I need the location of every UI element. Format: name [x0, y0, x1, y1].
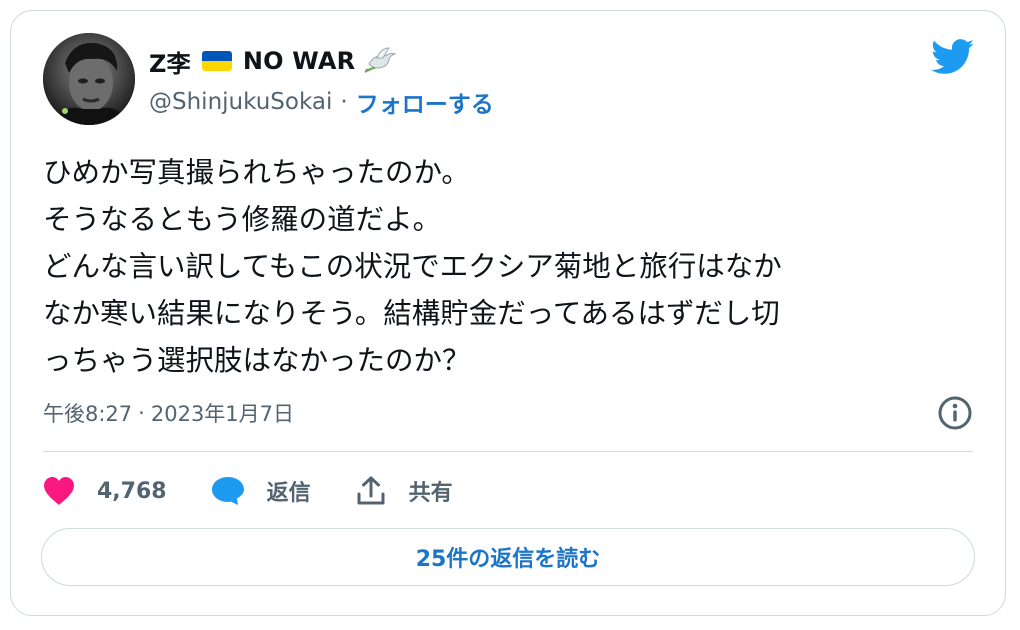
tweet-time[interactable]: 午後8:27: [43, 398, 132, 428]
speech-bubble-icon: [211, 477, 244, 505]
ukraine-flag-icon: [201, 51, 232, 71]
tweet-timestamp[interactable]: 午後8:27 · 2023年1月7日: [43, 395, 294, 431]
like-count: 4,768: [97, 478, 167, 504]
heart-icon: [44, 477, 74, 505]
read-replies-button[interactable]: 25件の返信を読む: [41, 528, 975, 586]
separator: ·: [340, 89, 348, 115]
tweet-card: Z李 NO WAR @ShinjukuSokai · フォローする ひめか写真撮…: [10, 10, 1006, 616]
handle-row: @ShinjukuSokai · フォローする: [149, 85, 494, 119]
like-button[interactable]: 4,768: [43, 476, 167, 506]
author-name-row[interactable]: Z李 NO WAR: [149, 41, 397, 81]
author-name[interactable]: Z李: [149, 44, 191, 79]
reply-button[interactable]: 返信: [211, 475, 311, 507]
action-bar: 4,768 返信 共有: [43, 469, 497, 513]
twitter-bird-icon[interactable]: [931, 39, 975, 75]
tweet-text: ひめか写真撮られちゃったのか。 そうなるともう修羅の道だよ。 どんな言い訳しても…: [43, 156, 782, 377]
read-replies-label: 25件の返信を読む: [415, 547, 601, 572]
share-upload-icon: [357, 476, 385, 505]
share-label: 共有: [408, 481, 453, 506]
dove-icon: [363, 46, 397, 76]
follow-link[interactable]: フォローする: [356, 85, 494, 119]
avatar[interactable]: [43, 33, 135, 125]
separator: ·: [138, 401, 145, 425]
author-handle[interactable]: @ShinjukuSokai: [149, 89, 332, 115]
info-icon[interactable]: [937, 395, 973, 431]
divider: [43, 451, 973, 452]
tweet-date[interactable]: 2023年1月7日: [151, 398, 294, 428]
share-button[interactable]: 共有: [355, 475, 453, 507]
author-name-suffix[interactable]: NO WAR: [243, 47, 356, 75]
reply-label: 返信: [266, 481, 311, 506]
